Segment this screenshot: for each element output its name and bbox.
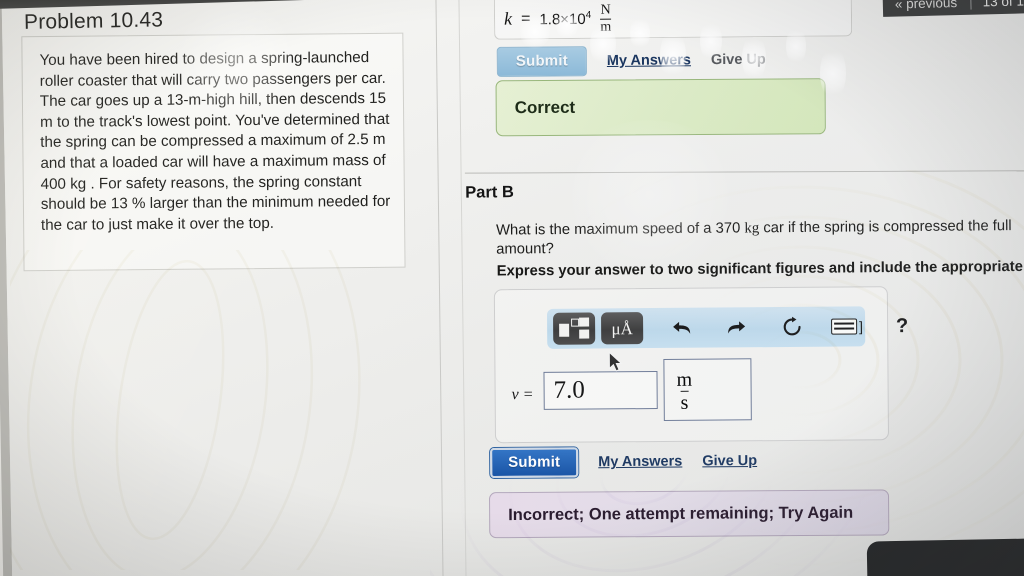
units-picker-button[interactable]: μÅ	[601, 312, 644, 345]
equation-toolbar: μÅ] ?	[546, 306, 908, 349]
question-pre: What is the maximum speed of a 370	[495, 220, 745, 239]
keyboard-bracket: ]	[859, 318, 864, 335]
status-badge-incorrect: Incorrect; One attempt remaining; Try Ag…	[508, 503, 854, 524]
screen-bezel-bottom	[866, 538, 1024, 576]
answer-input-value: 7.0	[553, 376, 585, 404]
monitor-screen: t a n p Problem 10.43 You have been hire…	[0, 0, 1024, 576]
part-b-my-answers-link[interactable]: My Answers	[598, 454, 682, 471]
answer-widget-panel: μÅ] ? v = 7.0 m s	[493, 286, 908, 444]
answer-unit-denominator: s	[680, 390, 689, 414]
part-a-give-up-link[interactable]: Give Up	[711, 52, 766, 68]
answer-variable-label: v =	[511, 385, 534, 404]
part-b-submit-row: Submit My Answers Give Up	[490, 446, 757, 479]
problem-pane: Problem 10.43 You have been hired to des…	[2, 0, 445, 576]
units-input[interactable]: m s	[663, 358, 752, 421]
answer-unit-numerator: m	[676, 368, 693, 391]
part-divider	[464, 170, 1024, 174]
question-unit: kg	[744, 220, 760, 237]
keyboard-icon[interactable]: ]	[831, 318, 864, 335]
problem-statement-text: You have been hired to design a spring-l…	[39, 49, 391, 234]
template-picker-button[interactable]	[553, 312, 596, 345]
answer-unit-fraction: m s	[676, 368, 693, 414]
part-a-status-banner: Correct	[495, 78, 826, 137]
nav-separator: |	[968, 0, 973, 10]
part-b-heading: Part B	[465, 183, 514, 202]
problem-counter: 13 of 15	[982, 0, 1024, 9]
part-a-value: 1.8×104	[539, 9, 591, 27]
undo-icon[interactable]	[667, 319, 697, 337]
photo-of-screen: t a n p Problem 10.43 You have been hire…	[0, 0, 1024, 576]
previous-problem-link[interactable]: « previous	[895, 0, 958, 11]
part-b-status-banner: Incorrect; One attempt remaining; Try Ag…	[488, 489, 890, 539]
part-b-give-up-link[interactable]: Give Up	[702, 453, 757, 469]
part-b-instruction: Express your answer to two significant f…	[496, 258, 1024, 280]
part-a-unit-fraction: N m	[600, 2, 612, 35]
answer-input[interactable]: 7.0	[543, 371, 658, 410]
redo-icon[interactable]	[721, 318, 751, 336]
part-b-question: What is the maximum speed of a 370 kg ca…	[496, 217, 1024, 260]
keyboard-glyph	[831, 318, 858, 335]
micro-angstrom-icon: μÅ	[611, 318, 633, 338]
part-a-unit-numerator: N	[600, 2, 611, 18]
answer-pane: « previous | 13 of 15 k = 1.8×104 N m Su…	[457, 0, 1024, 576]
part-a-my-answers-link[interactable]: My Answers	[607, 52, 691, 69]
math-template-icon	[559, 317, 590, 340]
part-a-equals: =	[520, 9, 531, 27]
page-title: Problem 10.43	[23, 8, 164, 34]
part-a-submit-button[interactable]: Submit	[496, 46, 588, 77]
part-a-submit-row: Submit My Answers Give Up	[496, 45, 766, 77]
help-icon[interactable]: ?	[887, 314, 917, 337]
problem-navigation-bar: « previous | 13 of 15	[882, 0, 1024, 17]
part-b-submit-button[interactable]: Submit	[490, 447, 579, 479]
status-badge-correct: Correct	[514, 97, 576, 118]
assignment-page: Problem 10.43 You have been hired to des…	[1, 0, 1024, 576]
reset-icon[interactable]	[777, 316, 807, 338]
part-a-variable: k	[503, 8, 513, 29]
part-a-mantissa: 1.8×10	[539, 10, 586, 28]
part-a-answer-expression: k = 1.8×104 N m	[503, 2, 612, 35]
part-a-exponent: 4	[585, 9, 592, 21]
part-a-unit-denominator: m	[600, 18, 612, 35]
